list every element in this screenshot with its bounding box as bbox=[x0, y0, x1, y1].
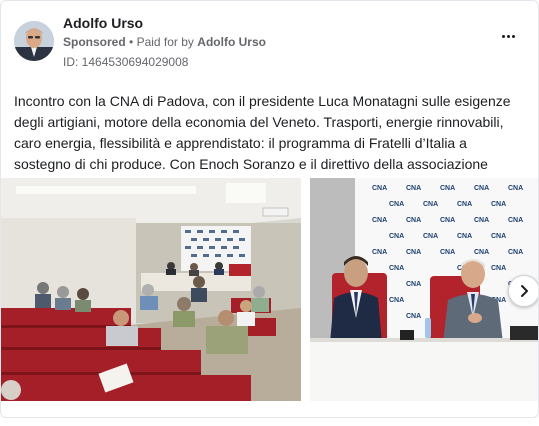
cna-logo-20: CNA bbox=[406, 249, 421, 256]
cna-logo-29: CNA bbox=[389, 297, 404, 304]
cna-logo-8: CNA bbox=[457, 201, 472, 208]
cna-logo-23: CNA bbox=[508, 249, 523, 256]
sponsored-label: Sponsored bbox=[63, 35, 126, 49]
cna-logo-6: CNA bbox=[389, 201, 404, 208]
avatar[interactable] bbox=[14, 21, 54, 61]
cna-logo-9: CNA bbox=[491, 201, 506, 208]
paid-for-label: Paid for by bbox=[136, 35, 194, 49]
cna-logo-31: CNA bbox=[406, 313, 421, 320]
meeting-room-photo[interactable] bbox=[1, 178, 301, 401]
cna-logo-14: CNA bbox=[508, 217, 523, 224]
cna-logo-18: CNA bbox=[491, 233, 506, 240]
ad-card: Adolfo Urso Sponsored • Paid for by Adol… bbox=[0, 0, 539, 418]
cna-logo-3: CNA bbox=[440, 185, 455, 192]
sponsored-line: Sponsored • Paid for by Adolfo Urso bbox=[63, 35, 266, 49]
cna-logo-17: CNA bbox=[457, 233, 472, 240]
cna-logo-7: CNA bbox=[423, 201, 438, 208]
chevron-right-icon[interactable] bbox=[508, 275, 538, 307]
cna-logo-22: CNA bbox=[474, 249, 489, 256]
speakers-photo[interactable]: CNA CNA CNA CNA CNA CNA CNA CNA CNA CNA … bbox=[310, 178, 538, 401]
paid-for-name[interactable]: Adolfo Urso bbox=[197, 35, 266, 49]
post-text: Incontro con la CNA di Padova, con il pr… bbox=[14, 93, 511, 172]
cna-logo-4: CNA bbox=[474, 185, 489, 192]
cna-logo-15: CNA bbox=[389, 233, 404, 240]
cna-logo-21: CNA bbox=[440, 249, 455, 256]
cna-logo-11: CNA bbox=[406, 217, 421, 224]
cna-logo-26: CNA bbox=[491, 265, 506, 272]
author-name[interactable]: Adolfo Urso bbox=[63, 15, 143, 31]
cna-logo-24: CNA bbox=[389, 265, 404, 272]
separator: • bbox=[129, 35, 134, 49]
cna-logo-19: CNA bbox=[372, 249, 387, 256]
cna-logo-1: CNA bbox=[372, 185, 387, 192]
cna-logo-2: CNA bbox=[406, 185, 421, 192]
cna-logo-13: CNA bbox=[474, 217, 489, 224]
cna-logo-16: CNA bbox=[423, 233, 438, 240]
more-options-icon[interactable] bbox=[497, 29, 519, 43]
cna-logo-10: CNA bbox=[372, 217, 387, 224]
cna-logo-5: CNA bbox=[508, 185, 523, 192]
cna-logo-12: CNA bbox=[440, 217, 455, 224]
cna-logo-27: CNA bbox=[406, 281, 421, 288]
ad-id: ID: 1464530694029008 bbox=[63, 55, 189, 69]
